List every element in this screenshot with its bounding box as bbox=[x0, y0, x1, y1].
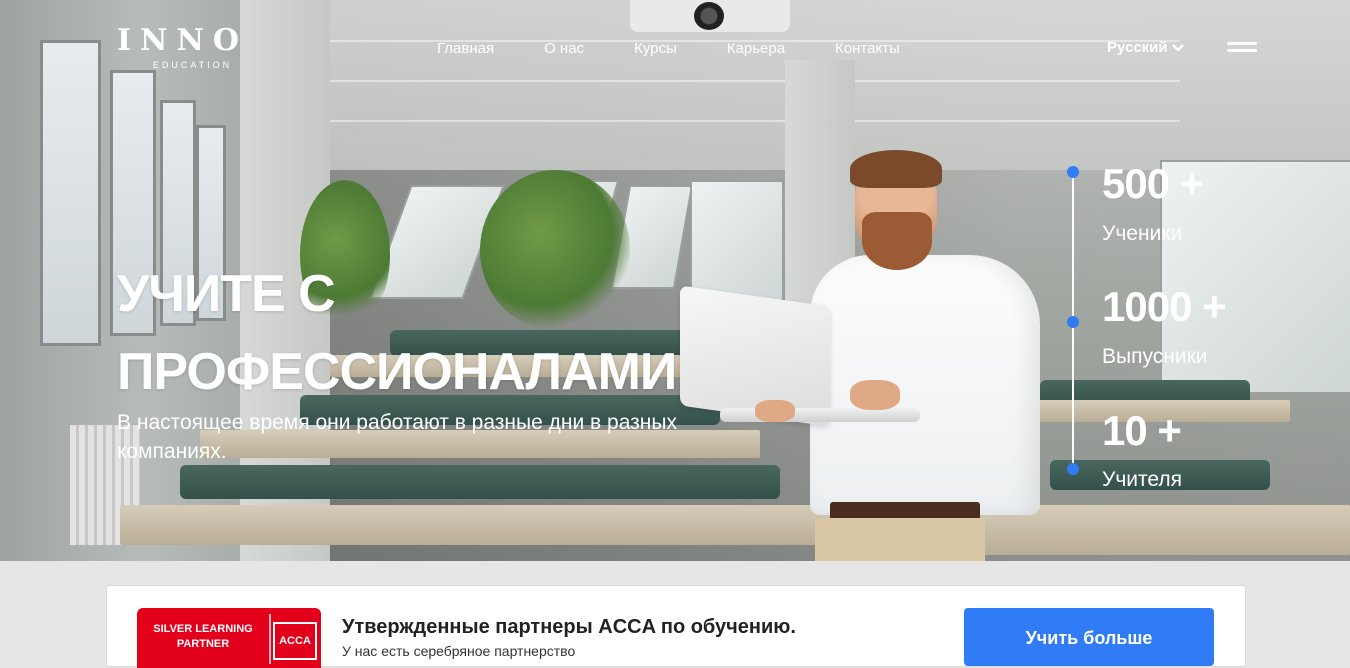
logo-wordmark: INNO bbox=[117, 23, 249, 58]
headline-line: ПРОФЕССИОНАЛАМИ bbox=[117, 343, 677, 401]
projector-lens bbox=[694, 2, 724, 30]
acca-partner-badge: SILVER LEARNING PARTNER ACCA bbox=[137, 608, 321, 668]
chevron-down-icon bbox=[1171, 43, 1184, 52]
partner-description: У нас есть серебряное партнерство bbox=[342, 643, 576, 659]
hand bbox=[850, 380, 900, 410]
ceiling-beam bbox=[330, 120, 1180, 122]
nav-item-courses[interactable]: Курсы bbox=[634, 40, 677, 57]
badge-text: SILVER LEARNING PARTNER bbox=[153, 623, 253, 650]
logo-tagline: EDUCATION bbox=[152, 60, 233, 70]
hand bbox=[755, 400, 795, 422]
hero-subtitle: В настоящее время они работают в разные … bbox=[117, 411, 677, 463]
stat-teachers-label: Учителя bbox=[1102, 468, 1183, 491]
stat-graduates-value: 1000 + bbox=[1102, 283, 1227, 330]
shirt bbox=[810, 255, 1040, 515]
main-nav: Главная О нас Курсы Карьера Контакты bbox=[437, 40, 950, 57]
menu-line bbox=[1227, 49, 1257, 52]
stat-dot bbox=[1067, 316, 1079, 328]
stat-students-value: 500 + bbox=[1102, 160, 1204, 207]
nav-item-career[interactable]: Карьера bbox=[727, 40, 785, 57]
nav-item-about[interactable]: О нас bbox=[544, 40, 584, 57]
hero-headline: УЧИТЕ С ПРОФЕССИОНАЛАМИ bbox=[117, 255, 677, 411]
learn-more-button[interactable]: Учить больше bbox=[964, 608, 1214, 666]
hamburger-menu-icon[interactable] bbox=[1227, 42, 1257, 54]
window-pane bbox=[40, 40, 101, 346]
skylight bbox=[690, 180, 784, 304]
nav-item-home[interactable]: Главная bbox=[437, 40, 494, 57]
beard bbox=[862, 212, 932, 270]
ceiling-beam bbox=[300, 80, 1180, 82]
chair-row bbox=[180, 465, 780, 499]
acca-logo: ACCA bbox=[273, 622, 317, 660]
laptop-base bbox=[720, 408, 920, 422]
headline-line: УЧИТЕ С bbox=[117, 265, 336, 323]
partner-title: Утвержденные партнеры ACCA по обучению. bbox=[342, 616, 796, 638]
desk-row bbox=[120, 505, 840, 545]
pants bbox=[815, 518, 985, 561]
stat-students-label: Ученики bbox=[1102, 222, 1183, 245]
brand-logo[interactable]: INNO EDUCATION bbox=[117, 23, 249, 71]
stat-teachers-value: 10 + bbox=[1102, 407, 1182, 454]
language-label: Русский bbox=[1107, 39, 1168, 56]
stat-dot bbox=[1067, 463, 1079, 475]
language-selector[interactable]: Русский bbox=[1107, 39, 1184, 56]
badge-divider bbox=[269, 614, 271, 664]
stat-dot bbox=[1067, 166, 1079, 178]
menu-line bbox=[1227, 42, 1257, 45]
nav-item-contacts[interactable]: Контакты bbox=[835, 40, 900, 57]
stat-graduates-label: Выпусники bbox=[1102, 345, 1208, 368]
hair bbox=[850, 150, 942, 188]
